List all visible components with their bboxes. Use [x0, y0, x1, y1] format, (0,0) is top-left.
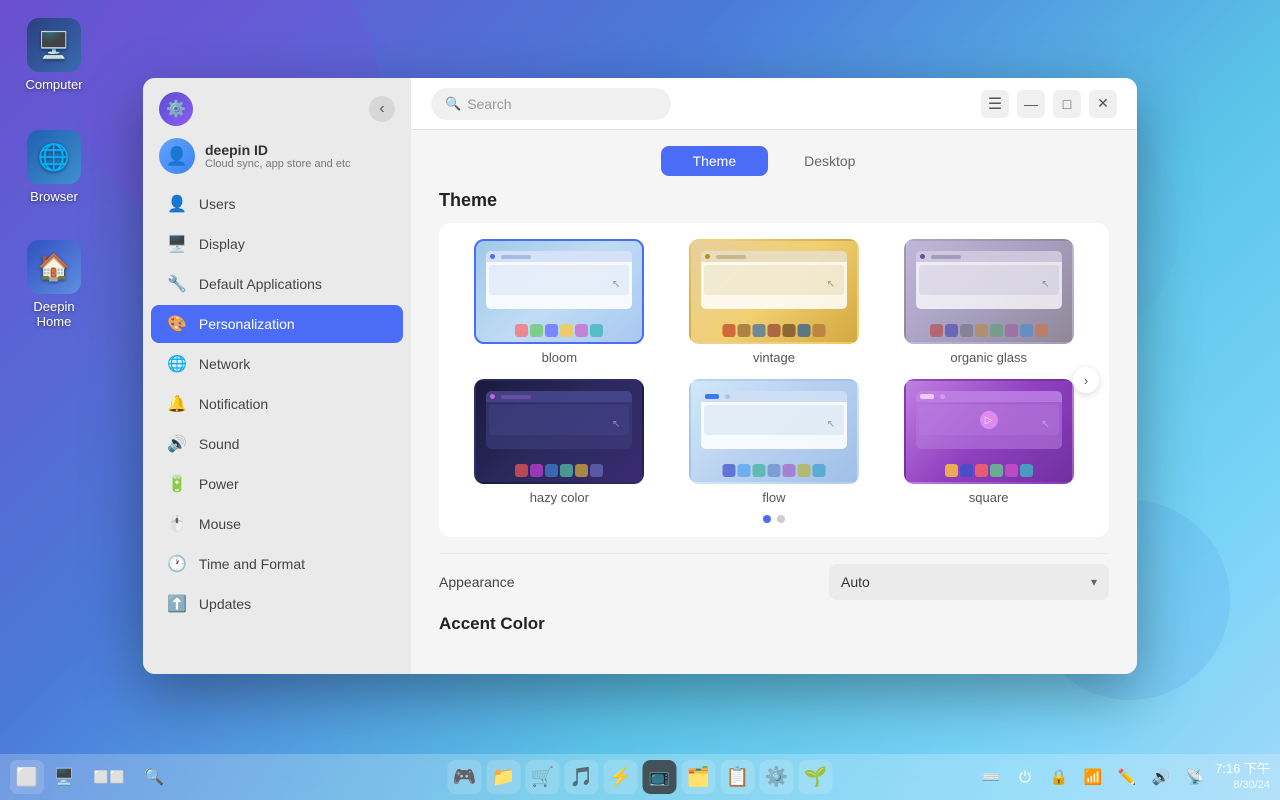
theme-label-square: square	[969, 490, 1009, 505]
minimize-button[interactable]: —	[1017, 90, 1045, 118]
sidebar: ⚙️ ‹ 👤 deepin ID Cloud sync, app store a…	[143, 78, 411, 674]
taskbar-left: ⬜ 🖥️ ⬜⬜ 🔍	[10, 760, 171, 794]
sidebar-item-personalization[interactable]: 🎨 Personalization	[151, 305, 403, 343]
taskbar-signal-icon[interactable]: 📡	[1181, 763, 1209, 791]
desktop-icon-browser[interactable]: 🌐 Browser	[16, 130, 92, 204]
appearance-label: Appearance	[439, 574, 515, 590]
sidebar-item-users[interactable]: 👤 Users	[151, 185, 403, 223]
window-header: 🔍 Search ☰ — □ ✕	[411, 78, 1137, 130]
pagination-dots	[459, 515, 1089, 523]
sidebar-item-mouse[interactable]: 🖱️ Mouse	[151, 505, 403, 543]
theme-grid-container: ↖ bloom	[439, 223, 1109, 537]
users-icon: 👤	[167, 194, 187, 214]
tab-desktop[interactable]: Desktop	[772, 146, 887, 176]
menu-button[interactable]: ☰	[981, 90, 1009, 118]
taskbar-power-icon[interactable]: ⏻	[1011, 763, 1039, 791]
theme-label-flow: flow	[762, 490, 785, 505]
sidebar-item-sound[interactable]: 🔊 Sound	[151, 425, 403, 463]
search-bar[interactable]: 🔍 Search	[431, 88, 671, 120]
taskbar-right: ⌨️ ⏻ 🔒 📶 ✏️ 🔊 📡 7:16 下午 8/30/24	[977, 761, 1270, 792]
theme-grid: ↖ bloom	[459, 239, 1089, 505]
theme-card-bloom[interactable]: ↖ bloom	[459, 239, 660, 365]
taskbar-files-button[interactable]: ⬜	[10, 760, 44, 794]
sidebar-item-updates[interactable]: ⬆️ Updates	[151, 585, 403, 623]
sidebar-item-network[interactable]: 🌐 Network	[151, 345, 403, 383]
taskbar-app-notes[interactable]: 📋	[721, 760, 755, 794]
sidebar-item-time-format[interactable]: 🕐 Time and Format	[151, 545, 403, 583]
appearance-row: Appearance Auto ▾	[439, 553, 1109, 610]
theme-label-hazy-color: hazy color	[530, 490, 589, 505]
section-title: Theme	[439, 190, 1109, 211]
sidebar-logo: ⚙️	[159, 92, 193, 126]
content-area: Theme Desktop Theme	[411, 130, 1137, 674]
taskbar-app-store[interactable]: 🛒	[526, 760, 560, 794]
theme-card-organic-glass[interactable]: ↖ organic	[888, 239, 1089, 365]
taskbar-app-joystick[interactable]: 🎮	[448, 760, 482, 794]
sound-icon: 🔊	[167, 434, 187, 454]
desktop-icon-computer[interactable]: 🖥️ Computer	[16, 18, 92, 92]
desktop-icon-deepin-home[interactable]: 🏠 Deepin Home	[16, 240, 92, 329]
tab-theme[interactable]: Theme	[661, 146, 769, 176]
next-arrow[interactable]: ›	[1073, 367, 1099, 393]
taskbar-app-terminal[interactable]: 📺	[643, 760, 677, 794]
power-icon: 🔋	[167, 474, 187, 494]
time-format-icon: 🕐	[167, 554, 187, 574]
taskbar-app-folder[interactable]: 📁	[487, 760, 521, 794]
taskbar-pen-icon[interactable]: ✏️	[1113, 763, 1141, 791]
taskbar-multitask-button[interactable]: ⬜⬜	[84, 760, 134, 794]
pagination-dot-2[interactable]	[777, 515, 785, 523]
mouse-icon: 🖱️	[167, 514, 187, 534]
taskbar-keyboard-icon[interactable]: ⌨️	[977, 763, 1005, 791]
taskbar-app-music[interactable]: 🎵	[565, 760, 599, 794]
sidebar-item-notification[interactable]: 🔔 Notification	[151, 385, 403, 423]
personalization-icon: 🎨	[167, 314, 187, 334]
close-button[interactable]: ✕	[1089, 90, 1117, 118]
accent-color-section: Accent Color	[439, 614, 1109, 634]
search-icon: 🔍	[445, 96, 461, 112]
maximize-button[interactable]: □	[1053, 90, 1081, 118]
back-button[interactable]: ‹	[369, 96, 395, 122]
taskbar-search-button[interactable]: 🔍	[137, 760, 171, 794]
theme-label-organic-glass: organic glass	[950, 350, 1027, 365]
theme-card-vintage[interactable]: ↖ vintage	[674, 239, 875, 365]
default-apps-icon: 🔧	[167, 274, 187, 294]
accent-color-title: Accent Color	[439, 614, 1109, 634]
tabs: Theme Desktop	[439, 146, 1109, 176]
theme-card-hazy-color[interactable]: ↖ hazy color	[459, 379, 660, 505]
network-icon: 🌐	[167, 354, 187, 374]
taskbar-app-settings[interactable]: ⚙️	[760, 760, 794, 794]
theme-card-square[interactable]: ▷ ↖	[888, 379, 1089, 505]
window-controls: ☰ — □ ✕	[981, 90, 1117, 118]
sidebar-item-power[interactable]: 🔋 Power	[151, 465, 403, 503]
user-info: deepin ID Cloud sync, app store and etc	[205, 142, 351, 170]
user-avatar: 👤	[159, 138, 195, 174]
taskbar-app-browser2[interactable]: ⚡	[604, 760, 638, 794]
taskbar-center: 🎮 📁 🛒 🎵 ⚡ 📺 🗂️ 📋 ⚙️ 🌱	[448, 760, 833, 794]
notification-icon: 🔔	[167, 394, 187, 414]
settings-window: ⚙️ ‹ 👤 deepin ID Cloud sync, app store a…	[143, 78, 1137, 674]
taskbar: ⬜ 🖥️ ⬜⬜ 🔍 🎮 📁 🛒 🎵 ⚡ 📺 🗂️ 📋 ⚙️ 🌱 ⌨️ ⏻ 🔒 📶…	[0, 754, 1280, 800]
theme-label-vintage: vintage	[753, 350, 795, 365]
taskbar-app-calendar[interactable]: 🗂️	[682, 760, 716, 794]
taskbar-network-icon[interactable]: 📶	[1079, 763, 1107, 791]
taskbar-datetime[interactable]: 7:16 下午 8/30/24	[1215, 761, 1270, 792]
sidebar-item-default-apps[interactable]: 🔧 Default Applications	[151, 265, 403, 303]
appearance-dropdown[interactable]: Auto ▾	[829, 564, 1109, 600]
taskbar-app-eco[interactable]: 🌱	[799, 760, 833, 794]
display-icon: 🖥️	[167, 234, 187, 254]
pagination-dot-1[interactable]	[763, 515, 771, 523]
theme-card-flow[interactable]: ↖ flow	[674, 379, 875, 505]
theme-label-bloom: bloom	[542, 350, 577, 365]
dropdown-chevron-icon: ▾	[1091, 575, 1097, 589]
sidebar-item-display[interactable]: 🖥️ Display	[151, 225, 403, 263]
user-section[interactable]: 👤 deepin ID Cloud sync, app store and et…	[143, 132, 411, 184]
taskbar-desktop-button[interactable]: 🖥️	[47, 760, 81, 794]
main-content: 🔍 Search ☰ — □ ✕ Theme Desktop	[411, 78, 1137, 674]
taskbar-volume-icon[interactable]: 🔊	[1147, 763, 1175, 791]
updates-icon: ⬆️	[167, 594, 187, 614]
taskbar-lock-icon[interactable]: 🔒	[1045, 763, 1073, 791]
